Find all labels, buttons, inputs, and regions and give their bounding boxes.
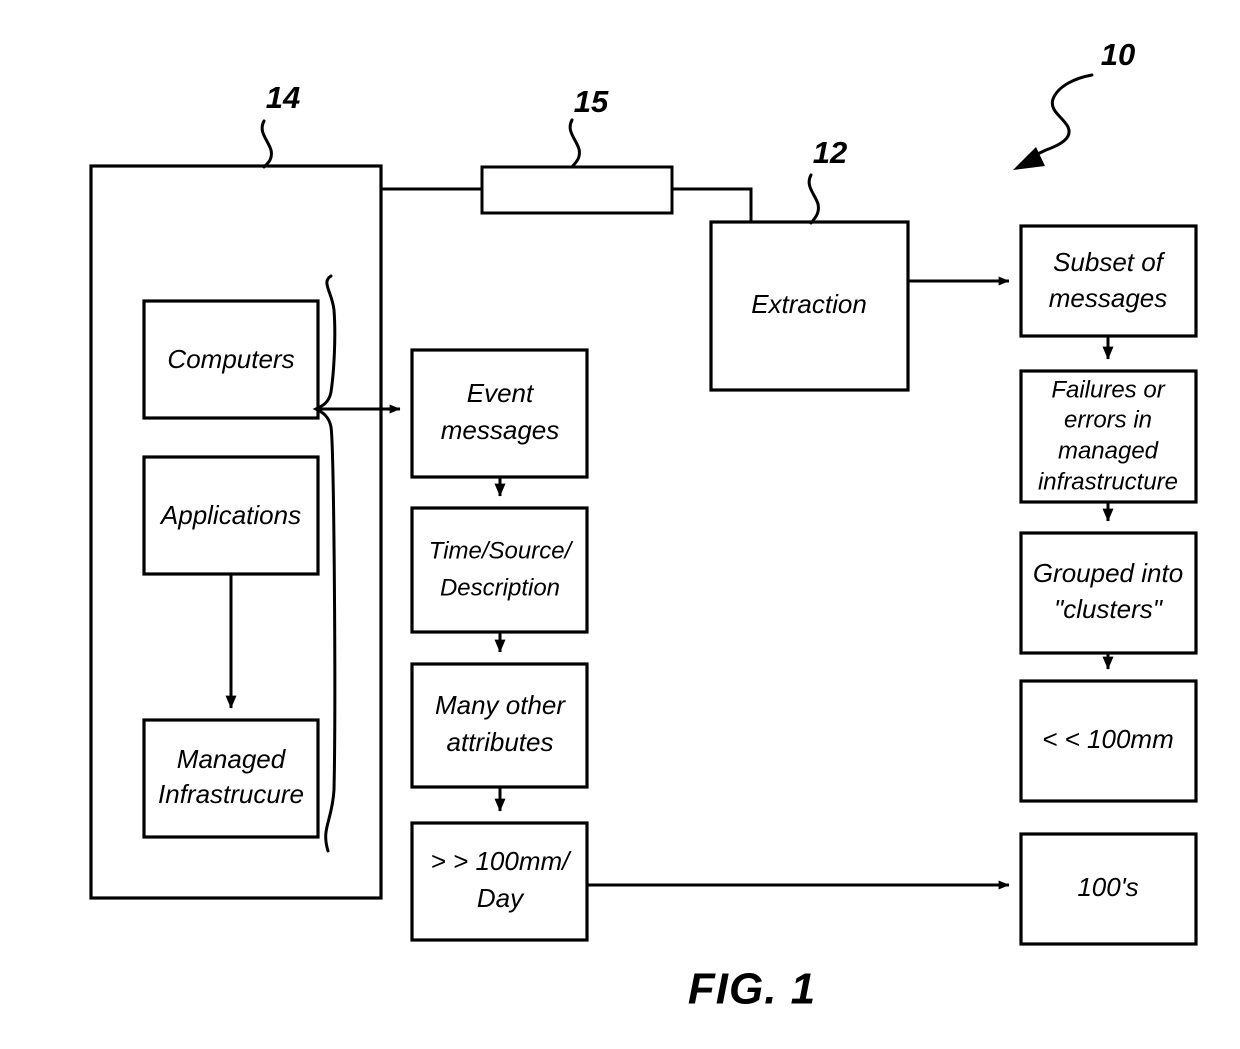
many-other-attributes-label-line2: attributes: [447, 727, 554, 757]
ref-10-label: 10: [1101, 37, 1135, 72]
ref-15-squiggle: [568, 118, 581, 169]
ref-12-label: 12: [813, 135, 847, 170]
grouped-label-line1: Grouped into: [1033, 558, 1183, 588]
event-messages-rect: [410, 348, 589, 479]
subset-of-messages-label-line2: messages: [1049, 283, 1168, 313]
box-computers: Computers: [142, 299, 320, 420]
patent-figure: 10 14 Computers Applications Managed Inf…: [0, 0, 1240, 1049]
managed-infrastructure-label-line1: Managed: [177, 744, 287, 774]
many-other-attributes-label-line1: Many other: [435, 690, 566, 720]
box-time-source-description: Time/Source/ Description: [410, 506, 589, 634]
grouped-label-line2: "clusters": [1054, 594, 1164, 624]
failures-label-line4: infrastructure: [1038, 468, 1178, 495]
many-other-attributes-rect: [410, 662, 589, 789]
subset-of-messages-label-line1: Subset of: [1053, 247, 1166, 277]
node-15: 15: [480, 84, 674, 215]
ref-14-label: 14: [266, 80, 300, 115]
box-failures-or-errors: Failures or errors in managed infrastruc…: [1019, 369, 1198, 504]
diagram-canvas: 10 14 Computers Applications Managed Inf…: [89, 37, 1198, 1014]
failures-label-line2: errors in: [1064, 406, 1152, 433]
applications-label: Applications: [159, 500, 301, 530]
ref-15-label: 15: [574, 84, 609, 119]
box-applications: Applications: [142, 455, 320, 576]
time-source-label-line2: Description: [440, 574, 560, 601]
box-gt-100mm-day: > > 100mm/ Day: [410, 821, 589, 942]
computers-label: Computers: [167, 344, 294, 374]
event-messages-label-line2: messages: [441, 415, 560, 445]
failures-label-line1: Failures or: [1051, 376, 1165, 403]
failures-label-line3: managed: [1058, 437, 1159, 464]
ref-12-squiggle: [807, 173, 820, 225]
ref-callout-10: 10: [1013, 37, 1135, 170]
box-grouped-into-clusters: Grouped into "clusters": [1019, 531, 1198, 655]
time-source-description-rect: [410, 506, 589, 634]
box-lt-100mm: < < 100mm: [1019, 679, 1198, 803]
gt-100mm-day-label-line1: > > 100mm/: [431, 846, 573, 876]
hundreds-label: 100's: [1077, 872, 1138, 902]
subset-of-messages-rect: [1019, 224, 1198, 338]
extraction-label: Extraction: [751, 289, 867, 319]
box-many-other-attributes: Many other attributes: [410, 662, 589, 789]
lt-100mm-label: < < 100mm: [1042, 724, 1174, 754]
box-extraction: Extraction 12: [709, 135, 910, 392]
figure-caption: FIG. 1: [688, 965, 816, 1014]
edge-node15-to-extraction: [672, 187, 753, 222]
box-subset-of-messages: Subset of messages: [1019, 224, 1198, 338]
box-managed-infrastructure: Managed Infrastrucure: [142, 718, 320, 839]
gt-100mm-day-label-line2: Day: [477, 883, 525, 913]
box-hundreds: 100's: [1019, 832, 1198, 946]
gt-100mm-day-rect: [410, 821, 589, 942]
managed-infrastructure-label-line2: Infrastrucure: [158, 779, 304, 809]
node-15-rect: [480, 165, 674, 215]
box-event-messages: Event messages: [410, 348, 589, 479]
ref-14-squiggle: [260, 119, 273, 169]
ref-10-arrowhead: [1013, 147, 1045, 170]
ref-10-squiggle: [1029, 73, 1094, 159]
time-source-label-line1: Time/Source/: [429, 537, 574, 564]
event-messages-label-line1: Event: [467, 378, 535, 408]
